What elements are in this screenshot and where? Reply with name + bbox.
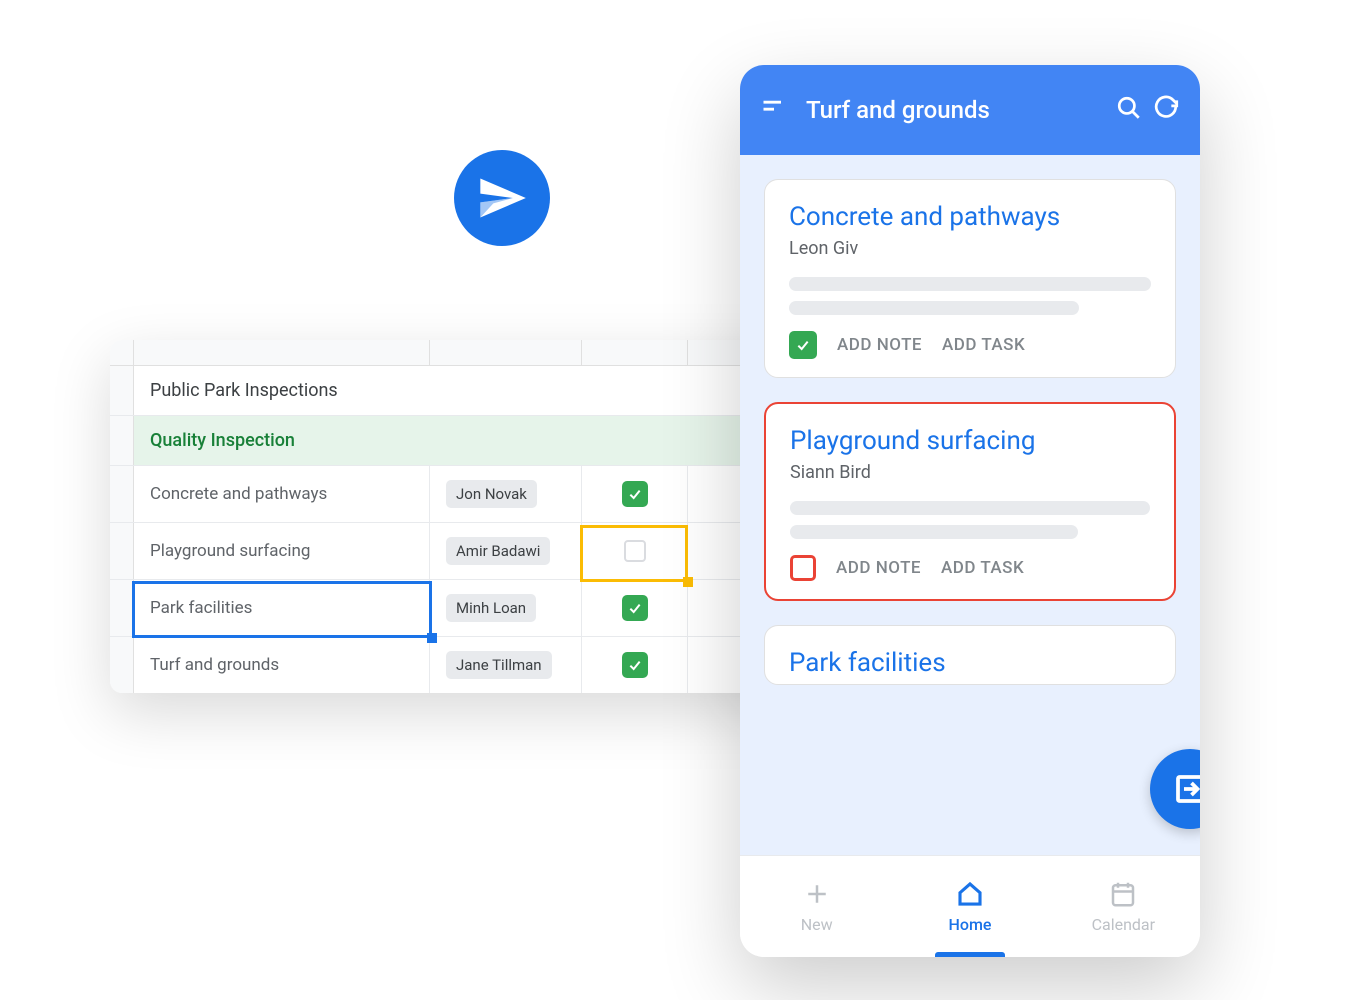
- home-icon: [955, 879, 985, 909]
- nav-calendar[interactable]: Calendar: [1047, 856, 1200, 957]
- nav-label: Home: [949, 915, 992, 934]
- task-cell: Park facilities: [134, 580, 430, 636]
- add-note-button[interactable]: ADD NOTE: [836, 558, 921, 578]
- checkbox-checked-icon: [622, 652, 648, 678]
- assignee-chip[interactable]: Minh Loan: [446, 594, 536, 622]
- nav-label: New: [801, 915, 833, 934]
- nav-new[interactable]: New: [740, 856, 893, 957]
- bottom-nav: New Home Calendar: [740, 855, 1200, 957]
- status-cell[interactable]: [582, 637, 688, 693]
- status-cell[interactable]: [582, 523, 688, 579]
- selection-handle-icon[interactable]: [427, 633, 437, 643]
- nav-home[interactable]: Home: [893, 856, 1046, 957]
- card-title: Park facilities: [789, 648, 1151, 678]
- app-title: Turf and grounds: [806, 96, 1104, 124]
- task-card[interactable]: Concrete and pathways Leon Giv ADD NOTE …: [764, 179, 1176, 378]
- checkbox-checked-icon: [622, 481, 648, 507]
- status-cell[interactable]: [582, 466, 688, 522]
- skeleton-line: [790, 525, 1078, 539]
- skeleton-line: [789, 301, 1079, 315]
- calendar-icon: [1108, 879, 1138, 909]
- add-task-button[interactable]: ADD TASK: [941, 558, 1024, 578]
- checkbox-checked-icon: [622, 595, 648, 621]
- task-cell: Playground surfacing: [134, 523, 430, 579]
- assignee-cell: Jon Novak: [430, 466, 582, 522]
- arrow-box-icon: [1172, 771, 1200, 807]
- app-header: Turf and grounds: [740, 65, 1200, 155]
- add-note-button[interactable]: ADD NOTE: [837, 335, 922, 355]
- fab-enter-button[interactable]: [1150, 749, 1200, 829]
- card-assignee: Siann Bird: [790, 462, 1150, 483]
- nav-label: Calendar: [1092, 915, 1155, 934]
- selection-handle-icon[interactable]: [683, 577, 693, 587]
- mobile-app-panel: Turf and grounds Concrete and pathways L…: [740, 65, 1200, 957]
- skeleton-line: [790, 501, 1150, 515]
- assignee-cell: Jane Tillman: [430, 637, 582, 693]
- assignee-cell: Amir Badawi: [430, 523, 582, 579]
- status-cell[interactable]: [582, 580, 688, 636]
- skeleton-line: [789, 277, 1151, 291]
- card-title: Concrete and pathways: [789, 202, 1151, 232]
- menu-sort-icon[interactable]: [760, 94, 788, 126]
- refresh-icon[interactable]: [1154, 95, 1180, 125]
- task-card-overdue[interactable]: Playground surfacing Siann Bird ADD NOTE…: [764, 402, 1176, 601]
- task-card[interactable]: Park facilities: [764, 625, 1176, 685]
- task-cell: Concrete and pathways: [134, 466, 430, 522]
- checkbox-empty-icon: [624, 540, 646, 562]
- add-task-button[interactable]: ADD TASK: [942, 335, 1025, 355]
- paper-plane-badge: [454, 150, 550, 246]
- card-title: Playground surfacing: [790, 426, 1150, 456]
- app-body[interactable]: Concrete and pathways Leon Giv ADD NOTE …: [740, 155, 1200, 855]
- card-assignee: Leon Giv: [789, 238, 1151, 259]
- assignee-chip[interactable]: Amir Badawi: [446, 537, 550, 565]
- checkbox-unchecked-icon[interactable]: [790, 555, 816, 581]
- checkbox-checked-icon[interactable]: [789, 331, 817, 359]
- nav-active-indicator: [935, 952, 1005, 957]
- search-icon[interactable]: [1116, 95, 1142, 125]
- task-cell: Turf and grounds: [134, 637, 430, 693]
- paper-plane-icon: [476, 172, 528, 224]
- plus-icon: [802, 879, 832, 909]
- assignee-chip[interactable]: Jon Novak: [446, 480, 537, 508]
- assignee-chip[interactable]: Jane Tillman: [446, 651, 552, 679]
- assignee-cell: Minh Loan: [430, 580, 582, 636]
